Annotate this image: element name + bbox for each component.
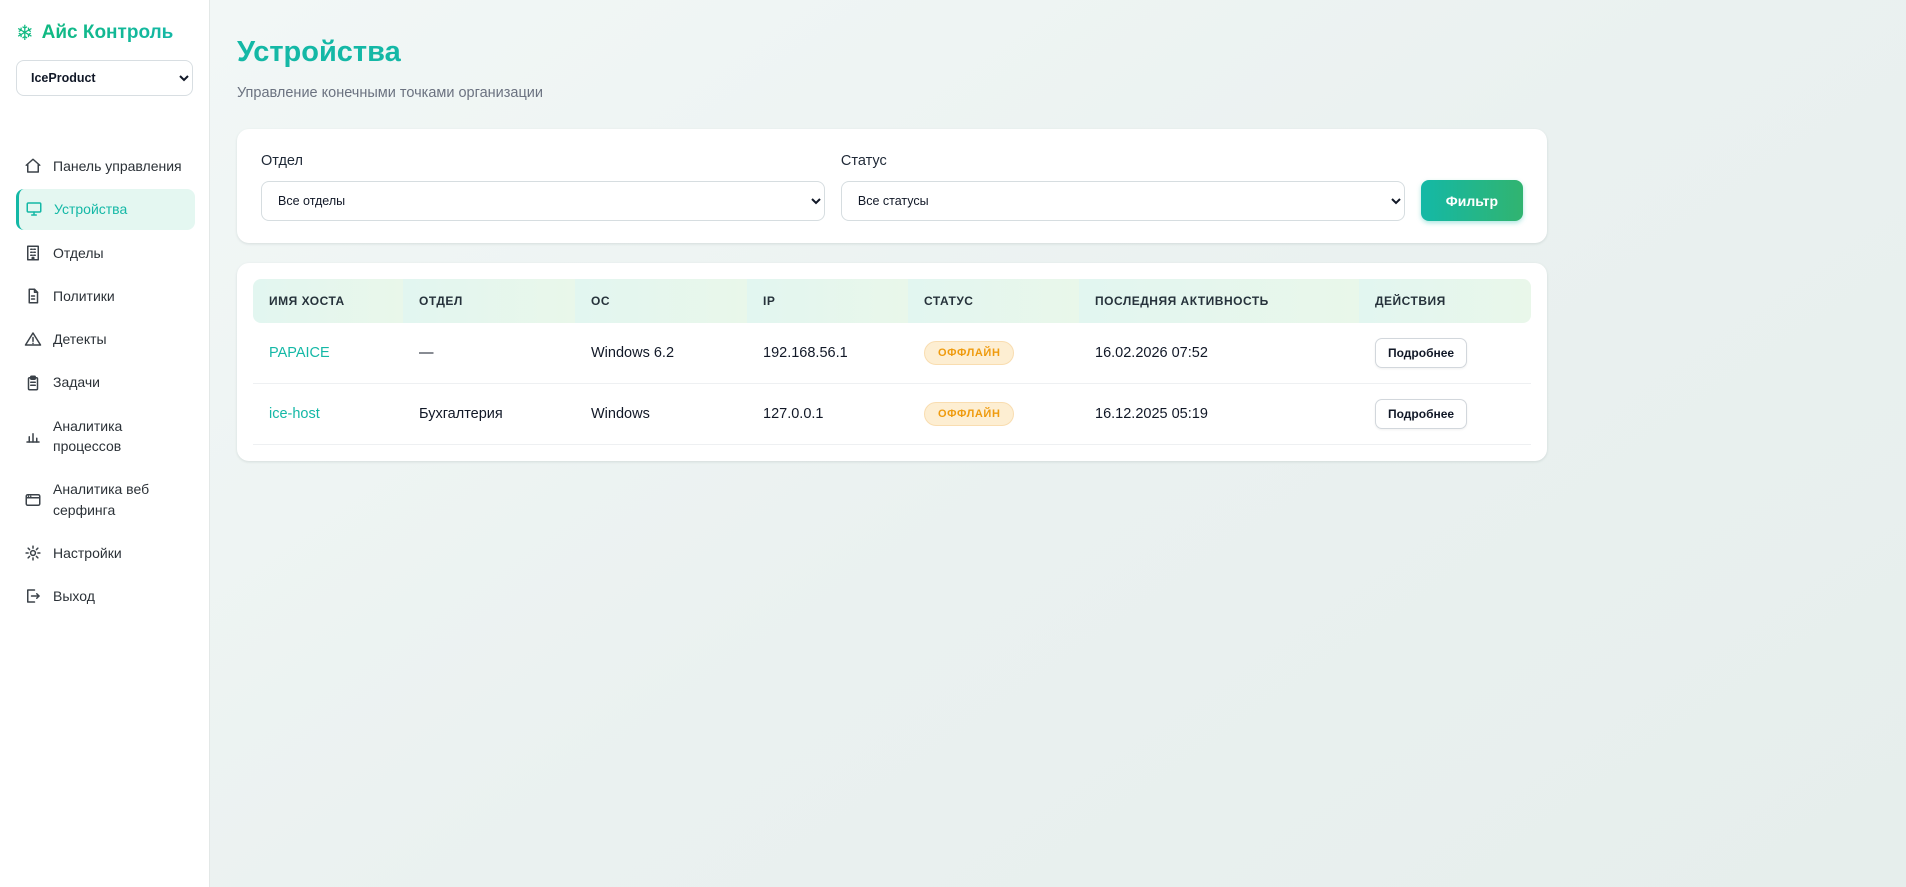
sidebar-item-label: Аналитика процессов	[53, 416, 187, 457]
app-logo: ❄ Айс Контроль	[0, 20, 209, 60]
table-row: ice-host Бухгалтерия Windows 127.0.0.1 О…	[253, 384, 1531, 445]
sidebar-item-label: Аналитика веб серфинга	[53, 479, 187, 520]
department-filter-field: Отдел Все отделы	[261, 153, 825, 221]
filter-button[interactable]: Фильтр	[1421, 180, 1523, 221]
filters-panel: Отдел Все отделы Статус Все статусы Филь…	[237, 129, 1547, 243]
host-link[interactable]: ice-host	[269, 406, 320, 422]
sidebar-item-dashboard[interactable]: Панель управления	[16, 146, 195, 186]
table-header-row: ИМЯ ХОСТА ОТДЕЛ ОС IP СТАТУС ПОСЛЕДНЯЯ А…	[253, 279, 1531, 323]
col-header-last-activity: ПОСЛЕДНЯЯ АКТИВНОСТЬ	[1079, 279, 1359, 323]
sidebar-item-label: Политики	[53, 286, 115, 306]
devices-table: ИМЯ ХОСТА ОТДЕЛ ОС IP СТАТУС ПОСЛЕДНЯЯ А…	[253, 279, 1531, 445]
sidebar-item-settings[interactable]: Настройки	[16, 533, 195, 573]
sidebar-item-detects[interactable]: Детекты	[16, 319, 195, 359]
sidebar-menu: Панель управления Устройства Отделы Поли…	[0, 146, 209, 617]
status-filter-select[interactable]: Все статусы	[841, 181, 1405, 221]
col-header-department: ОТДЕЛ	[403, 279, 575, 323]
page-subtitle: Управление конечными точками организации	[237, 85, 1870, 101]
logout-icon	[24, 587, 42, 605]
col-header-status: СТАТУС	[908, 279, 1079, 323]
col-header-host: ИМЯ ХОСТА	[253, 279, 403, 323]
details-button[interactable]: Подробнее	[1375, 399, 1467, 429]
col-header-actions: ДЕЙСТВИЯ	[1359, 279, 1531, 323]
snowflake-icon: ❄	[16, 23, 34, 44]
status-badge: ОФФЛАЙН	[924, 402, 1014, 426]
monitor-icon	[25, 200, 43, 218]
department-cell: Бухгалтерия	[403, 384, 575, 445]
app-title: Айс Контроль	[42, 22, 174, 44]
department-filter-label: Отдел	[261, 153, 825, 169]
main-content: Устройства Управление конечными точками …	[210, 0, 1906, 887]
os-cell: Windows 6.2	[575, 323, 747, 384]
os-cell: Windows	[575, 384, 747, 445]
sidebar-item-label: Устройства	[54, 199, 127, 219]
sidebar-item-label: Детекты	[53, 329, 107, 349]
gear-icon	[24, 544, 42, 562]
app-root: ❄ Айс Контроль IceProduct Панель управле…	[0, 0, 1906, 887]
col-header-ip: IP	[747, 279, 908, 323]
page-title: Устройства	[237, 36, 1870, 69]
sidebar-item-label: Отделы	[53, 243, 104, 263]
status-filter-field: Статус Все статусы	[841, 153, 1405, 221]
sidebar: ❄ Айс Контроль IceProduct Панель управле…	[0, 0, 210, 887]
status-badge: ОФФЛАЙН	[924, 341, 1014, 365]
sidebar-item-tasks[interactable]: Задачи	[16, 362, 195, 402]
sidebar-item-policies[interactable]: Политики	[16, 276, 195, 316]
sidebar-item-label: Задачи	[53, 372, 100, 392]
sidebar-item-devices[interactable]: Устройства	[16, 189, 195, 229]
col-header-os: ОС	[575, 279, 747, 323]
document-icon	[24, 287, 42, 305]
sidebar-item-logout[interactable]: Выход	[16, 576, 195, 616]
table-row: PAPAICE — Windows 6.2 192.168.56.1 ОФФЛА…	[253, 323, 1531, 384]
last-activity-cell: 16.02.2026 07:52	[1079, 323, 1359, 384]
ip-cell: 127.0.0.1	[747, 384, 908, 445]
sidebar-item-process-analytics[interactable]: Аналитика процессов	[16, 406, 195, 467]
sidebar-item-web-analytics[interactable]: Аналитика веб серфинга	[16, 469, 195, 530]
building-icon	[24, 244, 42, 262]
sidebar-item-label: Настройки	[53, 543, 122, 563]
last-activity-cell: 16.12.2025 05:19	[1079, 384, 1359, 445]
sidebar-item-label: Выход	[53, 586, 95, 606]
alert-triangle-icon	[24, 330, 42, 348]
ip-cell: 192.168.56.1	[747, 323, 908, 384]
clipboard-icon	[24, 374, 42, 392]
sidebar-item-label: Панель управления	[53, 156, 182, 176]
devices-table-panel: ИМЯ ХОСТА ОТДЕЛ ОС IP СТАТУС ПОСЛЕДНЯЯ А…	[237, 263, 1547, 461]
details-button[interactable]: Подробнее	[1375, 338, 1467, 368]
browser-icon	[24, 491, 42, 509]
host-link[interactable]: PAPAICE	[269, 345, 330, 361]
department-filter-select[interactable]: Все отделы	[261, 181, 825, 221]
home-icon	[24, 157, 42, 175]
sidebar-item-departments[interactable]: Отделы	[16, 233, 195, 273]
product-selector[interactable]: IceProduct	[16, 60, 193, 96]
bar-chart-icon	[24, 427, 42, 445]
status-filter-label: Статус	[841, 153, 1405, 169]
department-cell: —	[403, 323, 575, 384]
